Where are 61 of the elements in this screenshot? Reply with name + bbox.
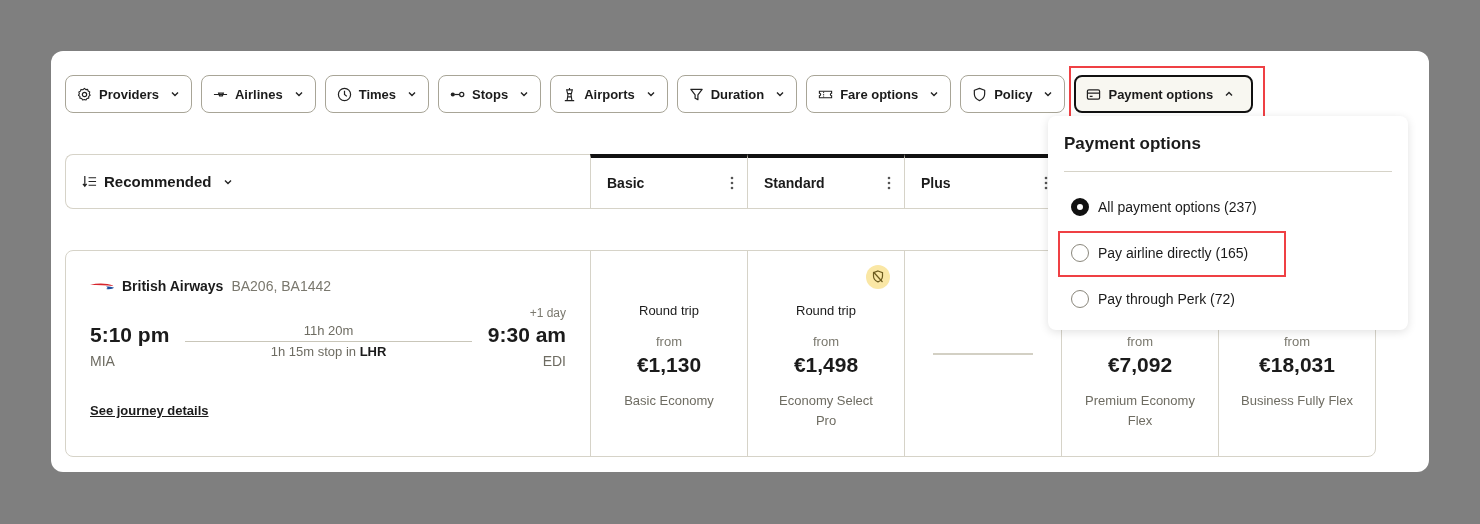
fare-price: €1,498 bbox=[793, 353, 859, 377]
price-prefix: from bbox=[813, 334, 839, 349]
flight-numbers: BA206, BA1442 bbox=[231, 278, 332, 294]
chevron-down-icon bbox=[407, 89, 417, 99]
chevron-up-icon bbox=[1224, 89, 1235, 99]
column-title: Plus bbox=[921, 175, 951, 191]
fare-cell[interactable]: Round trip from €1,130 Basic Economy bbox=[590, 251, 747, 456]
chevron-down-icon bbox=[1043, 89, 1054, 99]
price-prefix: from bbox=[1284, 334, 1310, 349]
gear-icon bbox=[77, 86, 92, 102]
chevron-down-icon bbox=[170, 89, 180, 99]
filter-button[interactable]: Fare options bbox=[806, 75, 952, 113]
more-icon[interactable] bbox=[1044, 176, 1048, 190]
filter-button[interactable]: Times bbox=[324, 75, 429, 113]
airport-code: MIA bbox=[90, 353, 116, 369]
airline-name: British Airways bbox=[122, 278, 224, 294]
filter-button[interactable]: Payment options bbox=[1074, 75, 1254, 113]
chevron-down-icon bbox=[519, 89, 530, 99]
column-title: Basic bbox=[607, 175, 645, 191]
fare-price: €1,130 bbox=[636, 353, 702, 377]
stop-info: 1h 15m stop in LHR bbox=[270, 344, 387, 359]
radio-button[interactable] bbox=[1071, 198, 1089, 216]
trip-type: Round trip bbox=[796, 303, 856, 318]
credit-card-icon bbox=[1086, 86, 1102, 102]
clock-icon bbox=[336, 86, 352, 102]
departure-time: 5:10 pm bbox=[90, 323, 170, 347]
filter-button[interactable]: Policy bbox=[960, 75, 1066, 113]
radio-option[interactable]: All payment options (237) bbox=[1064, 198, 1257, 216]
dropdown-title: Payment options bbox=[1064, 134, 1201, 154]
fare-name: Basic Economy bbox=[624, 392, 714, 410]
fare-price: €18,031 bbox=[1259, 353, 1335, 377]
day-offset: +1 day bbox=[529, 306, 566, 321]
sort-dropdown[interactable]: Recommended bbox=[82, 173, 233, 190]
sort-icon bbox=[82, 174, 97, 189]
airline-logo-icon bbox=[90, 282, 114, 290]
filter-button[interactable]: Stops bbox=[438, 75, 542, 113]
more-icon[interactable] bbox=[730, 176, 734, 190]
airport-code: EDI bbox=[542, 353, 566, 369]
flight-duration: 11h 20m bbox=[185, 323, 472, 342]
chevron-down-icon bbox=[293, 89, 304, 99]
fare-name: Premium Economy Flex bbox=[1084, 392, 1196, 430]
fare-price: €7,092 bbox=[1107, 353, 1173, 377]
fare-cell[interactable]: Round trip from €1,498 Economy Select Pro bbox=[747, 251, 904, 456]
price-prefix: from bbox=[1127, 334, 1153, 349]
fare-name: Business Fully Flex bbox=[1241, 392, 1353, 410]
chevron-down-icon bbox=[775, 89, 786, 99]
price-prefix: from bbox=[656, 334, 682, 349]
filter-button[interactable]: Airlines bbox=[201, 75, 316, 113]
chevron-down-icon bbox=[645, 89, 656, 99]
more-icon[interactable] bbox=[887, 176, 891, 190]
column-title: Standard bbox=[764, 175, 825, 191]
shield-icon bbox=[972, 86, 988, 102]
arrival-time: 9:30 am bbox=[487, 323, 566, 347]
fare-name: Economy Select Pro bbox=[778, 392, 874, 430]
trip-type: Round trip bbox=[639, 303, 699, 318]
journey-details-link[interactable]: See journey details bbox=[90, 403, 209, 418]
filter-icon bbox=[688, 86, 704, 102]
filter-button[interactable]: Providers bbox=[65, 75, 192, 113]
filter-button[interactable]: Duration bbox=[676, 75, 798, 113]
chevron-down-icon bbox=[929, 89, 940, 99]
filter-button[interactable]: Airports bbox=[550, 75, 668, 113]
